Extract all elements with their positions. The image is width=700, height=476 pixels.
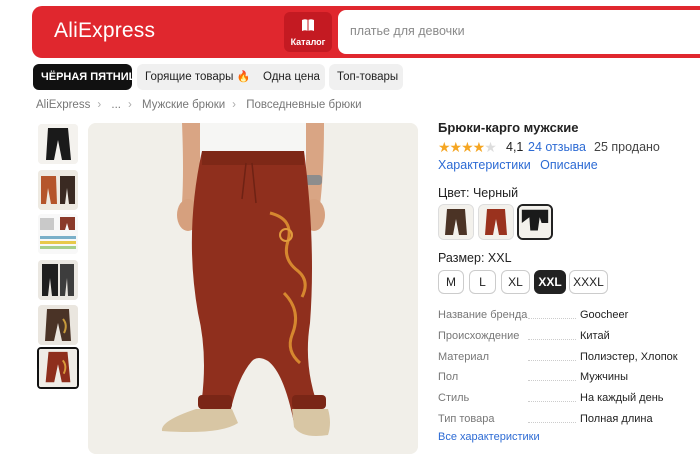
chip-one-price[interactable]: Одна цена [255, 64, 325, 90]
chip-label: ЧЁРНАЯ ПЯТНИЦА [41, 71, 145, 83]
spec-key: Материал [438, 351, 489, 363]
breadcrumb: AliExpress › ... › Мужские брюки › Повседне… [36, 99, 369, 111]
thumbnail-size-chart[interactable] [38, 214, 78, 254]
chevron-right-icon: › [127, 99, 132, 111]
spec-key: Тип товара [438, 413, 495, 425]
spec-value: Китай [580, 330, 610, 342]
spec-row: Пол Мужчины [438, 369, 700, 389]
search-placeholder: платье для девочки [350, 24, 465, 38]
chip-black-friday[interactable]: ЧЁРНАЯ ПЯТНИЦА [33, 64, 145, 90]
thumbnail-orange-pants[interactable] [38, 170, 78, 210]
spec-key: Происхождение [438, 330, 520, 342]
breadcrumb-item[interactable]: ... [111, 99, 121, 111]
spec-divider [528, 380, 576, 381]
fire-icon: 🔥 [236, 71, 251, 83]
product-info-panel: Брюки-карго мужские ★★★★★ 4,1 24 отзыва … [438, 120, 700, 443]
spec-row: Происхождение Китай [438, 328, 700, 348]
spec-key: Пол [438, 371, 459, 383]
spec-value: Полная длина [580, 413, 653, 425]
spec-value: Мужчины [580, 371, 629, 383]
thumbnail-red-pants[interactable] [37, 347, 79, 389]
spec-divider [528, 401, 576, 402]
spec-divider [528, 422, 576, 423]
color-swatch-red[interactable] [478, 204, 514, 240]
spec-row: Материал Полиэстер, Хлопок [438, 349, 700, 369]
thumbnail-black-pants[interactable] [38, 124, 78, 164]
description-link[interactable]: Описание [540, 158, 598, 172]
chip-top-products[interactable]: Топ-товары [329, 64, 403, 90]
size-option-xxl[interactable]: XXL [534, 270, 566, 294]
thumbnail-black-pants-2[interactable] [38, 260, 78, 300]
section-links: Характеристики Описание [438, 158, 604, 172]
spec-value: Goocheer [580, 309, 629, 321]
book-icon [302, 19, 314, 31]
aliexpress-logo[interactable]: AliExpress [54, 19, 155, 43]
chevron-right-icon: › [97, 99, 102, 111]
product-main-image[interactable] [88, 123, 418, 454]
color-swatch-brown[interactable] [438, 204, 474, 240]
color-label: Цвет: Черный [438, 186, 519, 200]
size-label: Размер: XXL [438, 251, 512, 265]
all-characteristics-link[interactable]: Все характеристики [438, 431, 540, 443]
characteristics-link[interactable]: Характеристики [438, 158, 531, 172]
size-option-m[interactable]: M [438, 270, 464, 294]
spec-key: Название бренда [438, 309, 528, 321]
rating-value: 4,1 [506, 140, 524, 154]
chip-label: Горящие товары [145, 71, 234, 83]
product-title: Брюки-карго мужские [438, 120, 579, 135]
chip-label: Топ-товары [337, 71, 399, 83]
breadcrumb-item[interactable]: Повседневные брюки [246, 99, 361, 111]
search-input[interactable]: платье для девочки [338, 10, 700, 54]
reviews-link[interactable]: 24 отзыва [528, 140, 586, 154]
spec-key: Стиль [438, 392, 470, 404]
spec-value: На каждый день [580, 392, 664, 404]
catalog-label: Каталог [290, 37, 326, 47]
catalog-button[interactable]: Каталог [284, 12, 332, 52]
chip-label: Одна цена [263, 71, 320, 83]
breadcrumb-item[interactable]: AliExpress [36, 99, 90, 111]
spec-row: Название бренда Goocheer [438, 307, 700, 327]
color-swatch-black[interactable] [517, 204, 553, 240]
sold-count: 25 продано [594, 140, 660, 154]
size-option-xxxl[interactable]: XXXL [569, 270, 608, 294]
spec-row: Тип товара Полная длина [438, 411, 700, 431]
spec-divider [528, 318, 576, 319]
size-option-xl[interactable]: XL [501, 270, 530, 294]
thumbnail-brown-pants[interactable] [38, 305, 78, 345]
spec-row: Стиль На каждый день [438, 390, 700, 410]
header-bar: AliExpress Каталог платье для девочки [32, 6, 700, 58]
star-rating-icon: ★★★★★ [438, 139, 497, 155]
spec-divider [528, 360, 576, 361]
spec-value: Полиэстер, Хлопок [580, 351, 678, 363]
spec-divider [528, 339, 576, 340]
chevron-right-icon: › [232, 99, 236, 111]
size-option-l[interactable]: L [469, 270, 496, 294]
breadcrumb-item[interactable]: Мужские брюки [142, 99, 225, 111]
